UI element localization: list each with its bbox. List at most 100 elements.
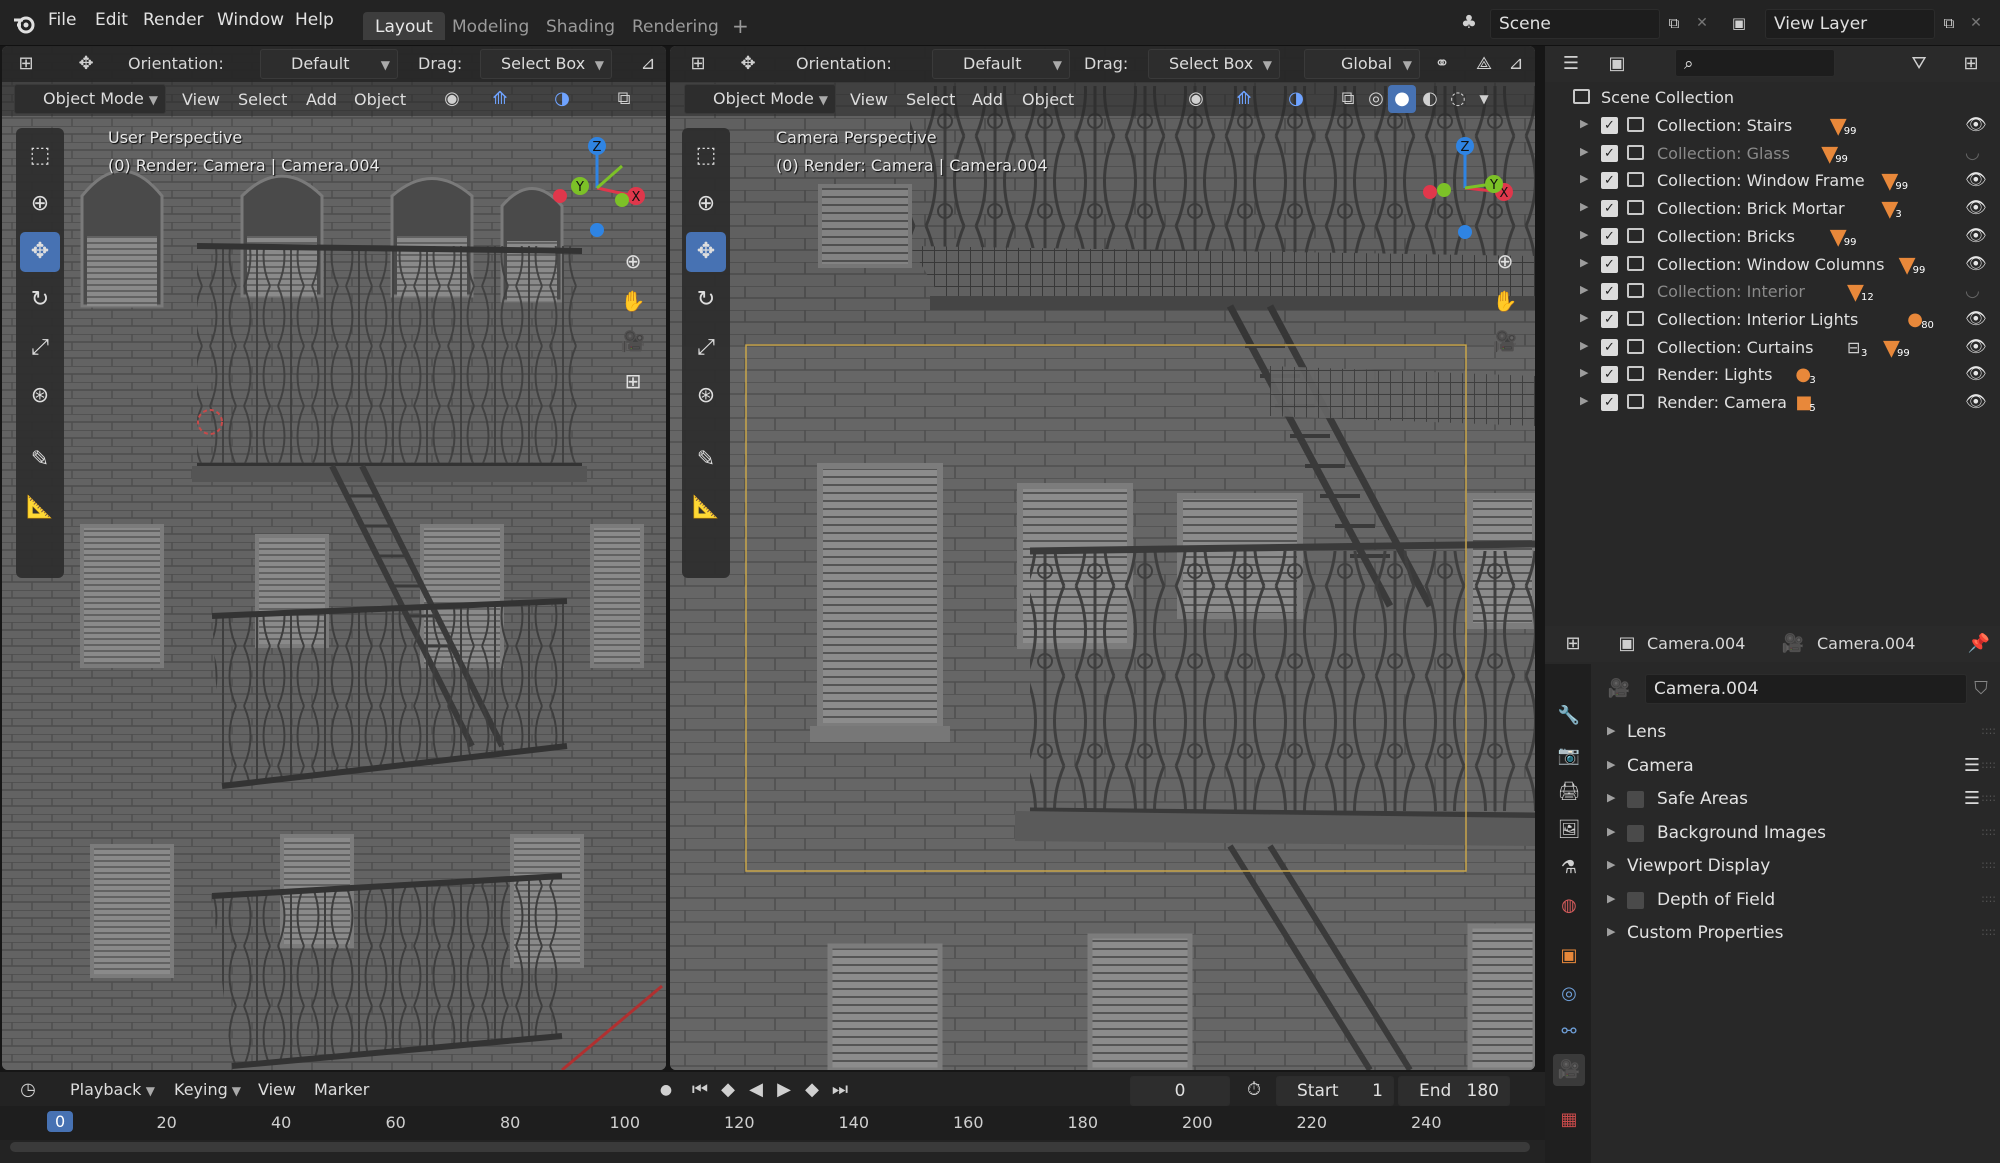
transform-move-icon[interactable]: ✥ bbox=[734, 50, 762, 78]
delete-view-layer-icon[interactable]: ✕ bbox=[1962, 9, 1990, 37]
menu-render[interactable]: Render bbox=[143, 10, 204, 30]
expand-icon[interactable]: ▶ bbox=[1580, 394, 1588, 407]
drag-grip-icon[interactable]: :::: bbox=[1981, 925, 1996, 938]
zoom-icon[interactable]: ⊕ bbox=[618, 246, 648, 276]
transform-move-icon[interactable]: ✥ bbox=[72, 50, 100, 78]
gizmo-toggle-icon[interactable]: ⟰ bbox=[1230, 85, 1258, 113]
pan-hand-icon[interactable]: ✋ bbox=[1490, 286, 1520, 316]
camera-view-icon[interactable]: 🎥 bbox=[618, 326, 648, 356]
exclude-checkbox[interactable]: ✓ bbox=[1601, 338, 1618, 356]
menu-view[interactable]: View bbox=[850, 90, 888, 109]
gizmo-toggle-icon[interactable]: ⟰ bbox=[486, 85, 514, 113]
outliner-row[interactable]: ▶ ✓ Collection: Window Frame ▼ 99 👁 bbox=[1545, 167, 2000, 195]
panel-checkbox[interactable] bbox=[1627, 791, 1644, 808]
panel-camera[interactable]: ▶ Camera ☰ :::: bbox=[1595, 750, 2000, 783]
scale-tool-icon[interactable]: ⤢ bbox=[20, 328, 60, 368]
expand-icon[interactable]: ▶ bbox=[1580, 200, 1588, 213]
transform-tool-icon[interactable]: ⊛ bbox=[20, 376, 60, 416]
exclude-checkbox[interactable]: ✓ bbox=[1601, 117, 1618, 134]
measure-tool-icon[interactable]: 📐 bbox=[686, 488, 726, 528]
eye-icon[interactable]: 👁 bbox=[1965, 254, 1987, 274]
drag-grip-icon[interactable]: :::: bbox=[1981, 724, 1996, 737]
menu-file[interactable]: File bbox=[48, 10, 76, 30]
perspective-toggle-icon[interactable]: ⊞ bbox=[618, 366, 648, 396]
tab-modeling[interactable]: Modeling bbox=[440, 12, 541, 40]
play-reverse-icon[interactable]: ◀ bbox=[742, 1076, 770, 1104]
constraints-tab-icon[interactable]: ⚯ bbox=[1553, 1016, 1585, 1048]
outliner-row[interactable]: ▶ ✓ Collection: Curtains ⊟ 3 ▼ 99 👁 bbox=[1545, 334, 2000, 362]
snap-icon[interactable]: ⊿ bbox=[634, 50, 662, 78]
exclude-checkbox[interactable]: ✓ bbox=[1601, 310, 1618, 328]
zoom-icon[interactable]: ⊕ bbox=[1490, 246, 1520, 276]
filter-icon[interactable]: ⛛ bbox=[1905, 50, 1933, 78]
snap-icon[interactable]: ⟁ bbox=[1470, 50, 1498, 78]
jump-start-icon[interactable]: ⏮ bbox=[686, 1076, 714, 1104]
view-layer-browse-icon[interactable]: ▣ bbox=[1725, 9, 1753, 37]
expand-icon[interactable]: ▶ bbox=[1580, 228, 1588, 241]
exclude-checkbox[interactable]: ✓ bbox=[1601, 283, 1618, 301]
overlay-toggle-icon[interactable]: ◑ bbox=[1282, 85, 1310, 113]
eye-icon[interactable]: ◡ bbox=[1965, 143, 1980, 163]
panel-custom-properties[interactable]: ▶ Custom Properties :::: bbox=[1595, 917, 2000, 950]
tool-tab-icon[interactable]: 🔧 bbox=[1553, 700, 1585, 732]
pivot-icon[interactable]: ⚭ bbox=[1428, 50, 1456, 78]
texture-tab-icon[interactable]: ▦ bbox=[1553, 1104, 1585, 1136]
datablock-name-field[interactable]: Camera.004 bbox=[1645, 674, 1967, 704]
expand-icon[interactable]: ▶ bbox=[1580, 311, 1588, 324]
expand-icon[interactable]: ▶ bbox=[1580, 283, 1588, 296]
blender-logo-icon[interactable] bbox=[12, 12, 36, 36]
expand-icon[interactable]: ▶ bbox=[1580, 145, 1588, 158]
timeline-scrollbar[interactable] bbox=[10, 1142, 1530, 1152]
measure-tool-icon[interactable]: 📐 bbox=[20, 488, 60, 528]
left-3d-viewport[interactable]: ⊞ ✥ Orientation: Default ▼ Drag: Select B… bbox=[2, 46, 666, 1070]
display-mode-icon[interactable]: ▣ bbox=[1603, 50, 1631, 78]
menu-help[interactable]: Help bbox=[295, 10, 334, 30]
eye-icon[interactable]: 👁 bbox=[1965, 226, 1987, 246]
expand-icon[interactable]: ▶ bbox=[1607, 925, 1615, 938]
expand-icon[interactable]: ▶ bbox=[1607, 724, 1615, 737]
play-icon[interactable]: ▶ bbox=[770, 1076, 798, 1104]
exclude-checkbox[interactable]: ✓ bbox=[1601, 366, 1618, 384]
outliner-row[interactable]: ▶ ✓ Collection: Stairs ▼ 99 👁 bbox=[1545, 112, 2000, 140]
panel-background-images[interactable]: ▶ Background Images :::: bbox=[1595, 817, 2000, 850]
menu-select[interactable]: Select bbox=[906, 90, 955, 109]
transform-tool-icon[interactable]: ⊛ bbox=[686, 376, 726, 416]
record-icon[interactable]: ● bbox=[652, 1076, 680, 1104]
outliner-row[interactable]: ▶ ✓ Collection: Brick Mortar ▼ 3 👁 bbox=[1545, 195, 2000, 223]
proportional-edit-icon[interactable]: ⊿ bbox=[1502, 50, 1530, 78]
outliner-row[interactable]: ▶ ✓ Render: Camera ■ 5 👁 bbox=[1545, 389, 2000, 417]
presets-list-icon[interactable]: ☰ bbox=[1964, 788, 1980, 809]
exclude-checkbox[interactable]: ✓ bbox=[1601, 394, 1618, 411]
navigation-gizmo[interactable]: Z X Y bbox=[1410, 128, 1520, 248]
visibility-icon[interactable]: ◉ bbox=[1182, 85, 1210, 113]
editor-type-icon[interactable]: ⊞ bbox=[12, 50, 40, 78]
navigation-gizmo[interactable]: Z X Y bbox=[542, 128, 652, 248]
start-frame-field[interactable]: Start 1 bbox=[1276, 1076, 1394, 1106]
eye-icon[interactable]: 👁 bbox=[1965, 198, 1987, 218]
editor-type-icon[interactable]: ◷ bbox=[14, 1076, 42, 1104]
expand-icon[interactable]: ▶ bbox=[1580, 366, 1588, 379]
end-frame-field[interactable]: End 180 bbox=[1398, 1076, 1510, 1106]
outliner-row[interactable]: ▶ ✓ Render: Lights ● 3 👁 bbox=[1545, 361, 2000, 389]
eye-icon[interactable]: 👁 bbox=[1965, 170, 1987, 190]
camera-data-tab-icon[interactable]: 🎥 bbox=[1553, 1054, 1585, 1086]
menu-view[interactable]: View bbox=[182, 90, 220, 109]
panel-checkbox[interactable] bbox=[1627, 824, 1644, 842]
playback-menu[interactable]: Playback ▼ bbox=[62, 1076, 162, 1106]
cursor-tool-icon[interactable]: ⊕ bbox=[20, 184, 60, 224]
drag-grip-icon[interactable]: :::: bbox=[1981, 791, 1996, 804]
expand-icon[interactable]: ▶ bbox=[1580, 256, 1588, 269]
fake-user-shield-icon[interactable]: ⛉ bbox=[1967, 675, 1995, 703]
menu-object[interactable]: Object bbox=[354, 90, 406, 109]
panel-checkbox[interactable] bbox=[1627, 891, 1644, 909]
visibility-icon[interactable]: ◉ bbox=[438, 85, 466, 113]
editor-type-icon[interactable]: ⊞ bbox=[1559, 630, 1587, 658]
mode-dropdown[interactable]: Object Mode ▼ bbox=[684, 84, 836, 114]
drag-grip-icon[interactable]: :::: bbox=[1981, 858, 1996, 871]
chevron-down-icon[interactable]: ▼ bbox=[1470, 85, 1498, 113]
overlay-toggle-icon[interactable]: ◑ bbox=[548, 85, 576, 113]
camera-browse-icon[interactable]: 🎥 bbox=[1605, 675, 1633, 703]
outliner-row[interactable]: ▶ ✓ Collection: Interior ▼ 12 ◡ bbox=[1545, 278, 2000, 306]
orientation-dropdown[interactable]: Default ▼ bbox=[260, 49, 398, 79]
menu-select[interactable]: Select bbox=[238, 90, 287, 109]
